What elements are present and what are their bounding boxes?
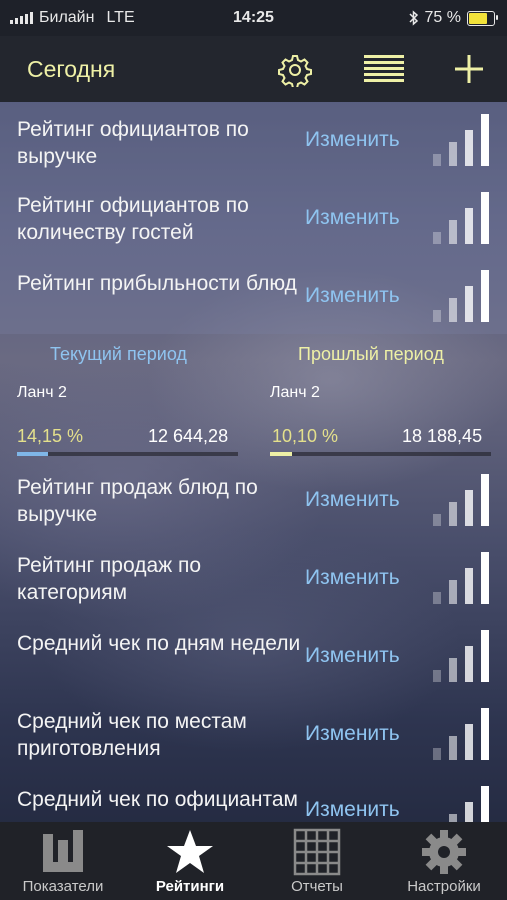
- tab-reports[interactable]: Отчеты: [254, 822, 380, 900]
- list-item[interactable]: Рейтинг официантов по количеству гостей …: [0, 180, 507, 258]
- tab-label: Отчеты: [291, 878, 343, 895]
- edit-link[interactable]: Изменить: [305, 644, 400, 668]
- star-icon: [167, 830, 213, 873]
- status-bar: Билайн LTE 14:25 75 %: [0, 0, 507, 36]
- gear-icon[interactable]: [278, 53, 312, 87]
- current-item-name: Ланч 2: [17, 384, 67, 401]
- tab-label: Рейтинги: [155, 878, 225, 895]
- list-item[interactable]: Средний чек по местам приготовления Изме…: [0, 694, 507, 772]
- signal-bars-icon: [433, 552, 489, 604]
- current-share-bar: [17, 452, 238, 456]
- edit-link[interactable]: Изменить: [305, 284, 400, 308]
- rating-label: Средний чек по местам приготовления: [17, 710, 247, 760]
- rating-label: Рейтинг официантов по выручке: [17, 118, 249, 168]
- tab-ratings[interactable]: Рейтинги: [127, 822, 253, 900]
- dashboard-icon: [43, 830, 83, 872]
- list-icon[interactable]: [364, 55, 404, 83]
- signal-bars-icon: [433, 630, 489, 682]
- tab-indicators[interactable]: Показатели: [0, 822, 126, 900]
- page-title: Сегодня: [27, 56, 116, 82]
- signal-bars-icon: [433, 708, 489, 760]
- current-percent: 14,15 %: [17, 426, 84, 446]
- edit-link[interactable]: Изменить: [305, 798, 400, 822]
- tab-previous-period[interactable]: Прошлый период: [298, 344, 444, 365]
- tab-label: Показатели: [22, 878, 104, 895]
- edit-link[interactable]: Изменить: [305, 488, 400, 512]
- edit-link[interactable]: Изменить: [305, 206, 400, 230]
- signal-bars-icon: [433, 192, 489, 244]
- battery-icon: [467, 10, 498, 26]
- current-sum: 12 644,28: [148, 426, 229, 446]
- list-item[interactable]: Средний чек по дням недели Изменить: [0, 616, 507, 694]
- edit-link[interactable]: Изменить: [305, 128, 400, 152]
- list-item[interactable]: Рейтинг продаж блюд по выручке Изменить: [0, 460, 507, 538]
- tab-current-period[interactable]: Текущий период: [50, 344, 187, 365]
- tab-settings[interactable]: Настройки: [381, 822, 507, 900]
- signal-bars-icon: [433, 474, 489, 526]
- tab-bar: Показатели Рейтинги Отчеты Настройки: [0, 822, 507, 900]
- rating-label: Рейтинг официантов по количеству гостей: [17, 194, 249, 244]
- rating-label: Средний чек по официантам: [17, 788, 298, 811]
- rating-label: Рейтинг продаж блюд по выручке: [17, 476, 258, 526]
- previous-sum: 18 188,45: [402, 426, 483, 446]
- list-item[interactable]: Рейтинг прибыльности блюд Изменить: [0, 258, 507, 336]
- edit-link[interactable]: Изменить: [305, 566, 400, 590]
- tab-label: Настройки: [407, 878, 481, 895]
- period-comparison: Текущий период Прошлый период Ланч 2 Лан…: [0, 334, 507, 456]
- previous-percent: 10,10 %: [272, 426, 339, 446]
- rating-label: Рейтинг прибыльности блюд: [17, 272, 297, 295]
- battery-fill: [469, 12, 487, 24]
- current-share-fill: [17, 452, 49, 456]
- grid-icon: [293, 828, 341, 876]
- battery-percent: 75 %: [424, 9, 461, 26]
- edit-link[interactable]: Изменить: [305, 722, 400, 746]
- previous-item-name: Ланч 2: [270, 384, 320, 401]
- rating-label: Средний чек по дням недели: [17, 632, 301, 655]
- nav-bar: Сегодня: [0, 36, 507, 102]
- previous-share-fill: [270, 452, 293, 456]
- plus-icon[interactable]: [454, 54, 484, 84]
- list-item[interactable]: Рейтинг официантов по выручке Изменить: [0, 102, 507, 180]
- signal-bars-icon: [433, 270, 489, 322]
- bluetooth-icon: [409, 10, 418, 26]
- gear-icon: [422, 830, 466, 874]
- rating-label: Рейтинг продаж по категориям: [17, 554, 202, 604]
- signal-bars-icon: [433, 114, 489, 166]
- list-item[interactable]: Рейтинг продаж по категориям Изменить: [0, 538, 507, 616]
- previous-share-bar: [270, 452, 491, 456]
- status-right: 75 %: [409, 9, 498, 27]
